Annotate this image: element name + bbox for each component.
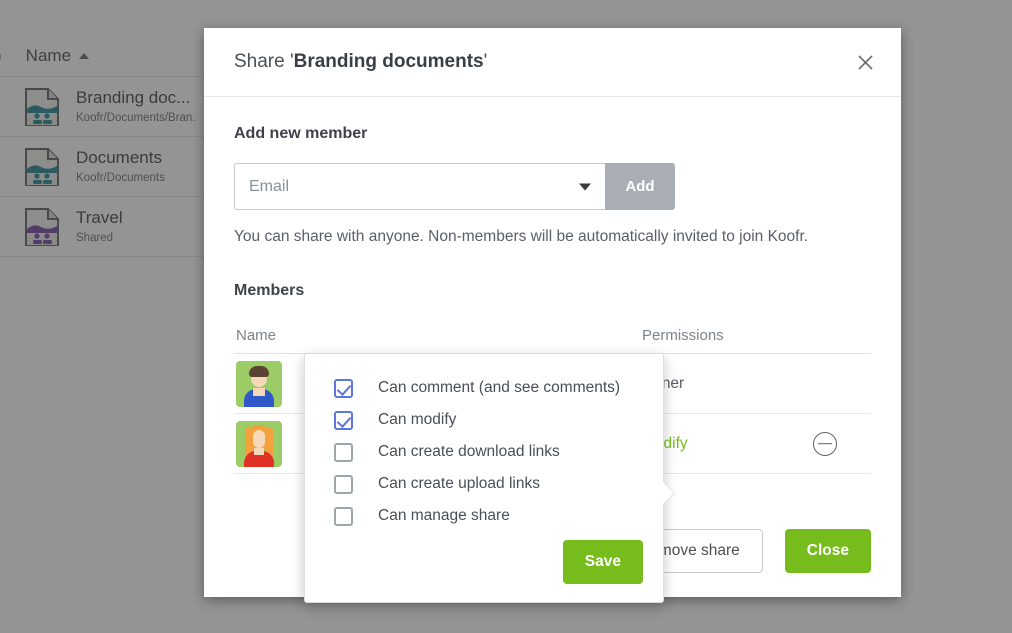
permission-option-download-links[interactable]: Can create download links [305, 436, 663, 468]
share-dialog: Share 'Branding documents' Add new membe… [204, 28, 901, 603]
checkbox-unchecked-icon[interactable] [334, 506, 353, 526]
close-icon[interactable] [851, 48, 879, 76]
checkbox-unchecked-icon[interactable] [334, 474, 353, 494]
permission-option-comment[interactable]: Can comment (and see comments) [305, 372, 663, 404]
permission-option-label: Can create download links [378, 443, 560, 460]
permissions-dropdown-popup: Can comment (and see comments) Can modif… [304, 353, 674, 603]
avatar [236, 420, 282, 467]
chevron-down-icon[interactable] [579, 183, 591, 190]
permission-option-upload-links[interactable]: Can create upload links [305, 468, 663, 500]
members-table-header: Name Permissions [234, 318, 871, 354]
members-section-title: Members [234, 282, 305, 299]
add-member-section-title: Add new member [234, 125, 368, 142]
email-placeholder: Email [249, 177, 290, 195]
page-title: Share 'Branding documents' [234, 51, 487, 73]
checkbox-checked-icon[interactable] [334, 378, 353, 398]
checkbox-unchecked-icon[interactable] [334, 442, 353, 462]
column-header-permissions: Permissions [642, 327, 724, 344]
title-prefix: Share ' [234, 51, 294, 72]
title-folder-name: Branding documents [293, 51, 484, 72]
close-button[interactable]: Close [784, 529, 871, 573]
permission-option-label: Can comment (and see comments) [378, 379, 621, 396]
remove-member-icon[interactable] [813, 431, 837, 456]
permission-option-label: Can manage share [378, 507, 510, 524]
add-member-row: Email Add [234, 163, 871, 210]
dialog-header: Share 'Branding documents' [204, 28, 901, 97]
email-input[interactable]: Email [234, 163, 605, 210]
add-button[interactable]: Add [605, 163, 675, 210]
permission-option-label: Can create upload links [378, 475, 540, 492]
popup-arrow-icon [663, 482, 674, 504]
save-button[interactable]: Save [562, 540, 643, 584]
permission-option-label: Can modify [378, 411, 457, 428]
column-header-name: Name [236, 327, 277, 344]
permission-option-manage-share[interactable]: Can manage share [305, 500, 663, 532]
checkbox-checked-icon[interactable] [334, 410, 353, 430]
share-note: You can share with anyone. Non-members w… [234, 228, 809, 245]
title-suffix: ' [483, 51, 488, 72]
permission-option-modify[interactable]: Can modify [305, 404, 663, 436]
avatar [236, 360, 282, 407]
